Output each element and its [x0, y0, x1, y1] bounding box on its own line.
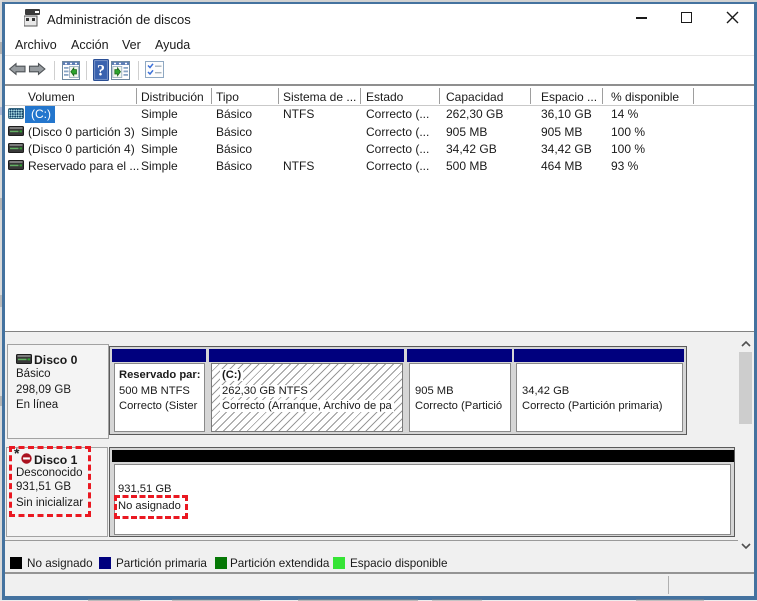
svg-text:?: ?: [97, 63, 105, 80]
